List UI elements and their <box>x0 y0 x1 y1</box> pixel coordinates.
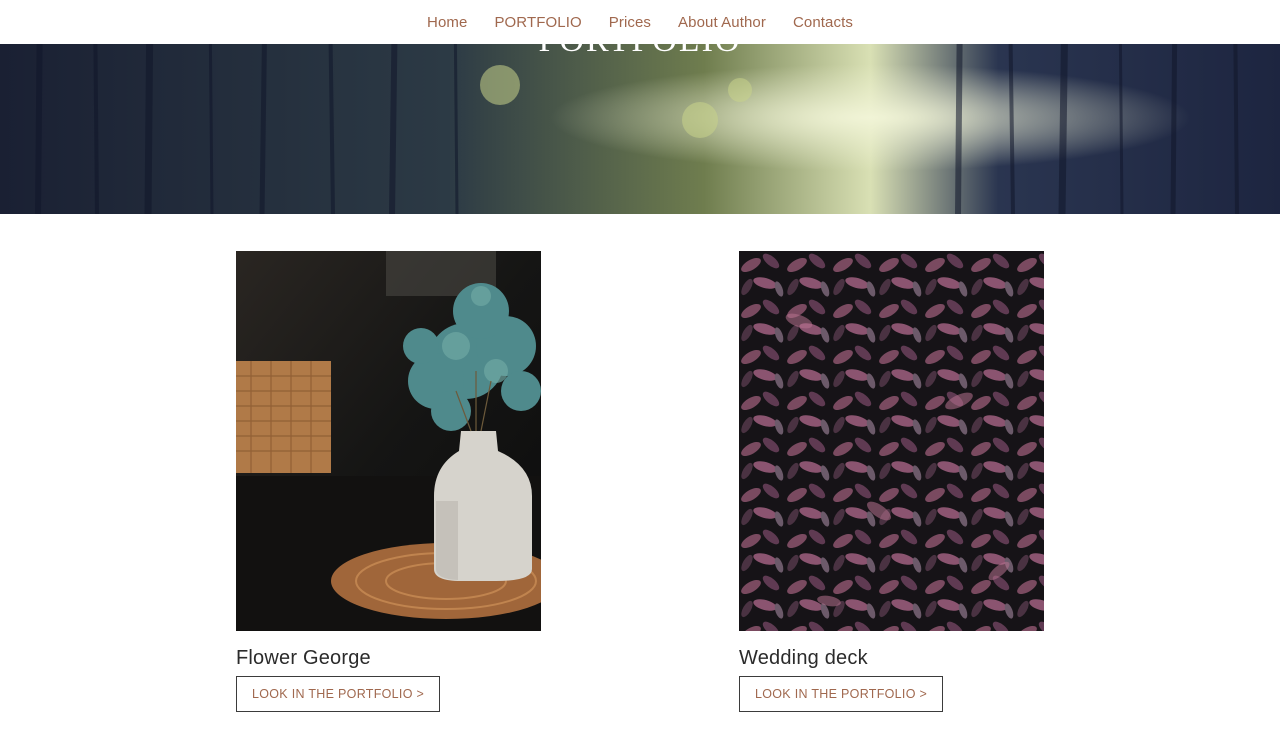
card-title: Wedding deck <box>739 647 868 669</box>
nav-item-portfolio[interactable]: PORTFOLIO <box>494 14 581 31</box>
look-in-portfolio-button[interactable]: LOOK IN THE PORTFOLIO > <box>236 676 441 712</box>
portfolio-card-wedding-deck: Wedding deck LOOK IN THE PORTFOLIO > <box>739 251 1044 712</box>
nav-item-prices[interactable]: Prices <box>609 14 651 31</box>
vase-with-dried-flowers-photo[interactable] <box>236 251 541 631</box>
nav-item-home[interactable]: Home <box>427 14 467 31</box>
top-navigation: Home PORTFOLIO Prices About Author Conta… <box>0 0 1280 44</box>
card-title: Flower George <box>236 647 371 669</box>
purple-leaves-photo[interactable] <box>739 251 1044 631</box>
portfolio-card-flower-george: Flower George LOOK IN THE PORTFOLIO > <box>236 251 541 712</box>
look-in-portfolio-button[interactable]: LOOK IN THE PORTFOLIO > <box>739 676 944 712</box>
nav-item-about-author[interactable]: About Author <box>678 14 766 31</box>
nav-item-contacts[interactable]: Contacts <box>793 14 853 31</box>
